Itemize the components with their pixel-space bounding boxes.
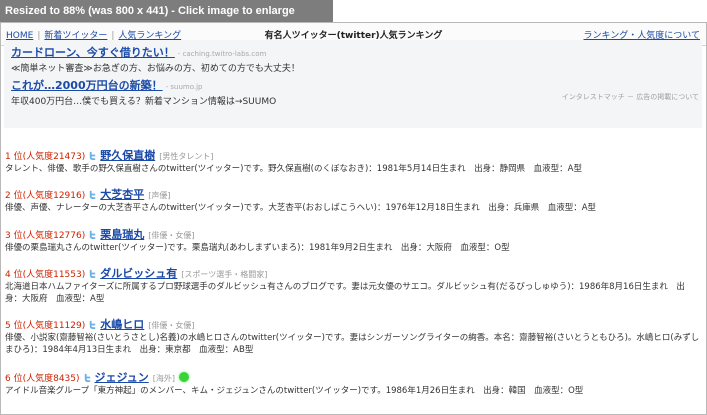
rank-number: 5 位(人気度11129) [5,321,86,331]
ranking-header: 6 位(人気度8435) ジェジュン [海外] [5,371,700,384]
ad-item: これが…2000万円台の新築！ - suumo.jp 年収400万円台…僕でも買え… [11,77,276,107]
ranking-header: 3 位(人気度12776) 栗島瑞丸 [俳優・女優] [5,228,700,241]
ranking-description: 俳優の栗島瑞丸さんのtwitter(ツイッター)です。栗島瑞丸(あわしまずいまろ… [5,243,510,253]
ad-title-link[interactable]: これが…2000万円台の新築！ [11,79,163,92]
rank-number: 6 位(人気度8435) [5,374,80,384]
category-label: [俳優・女優] [148,321,195,330]
ranking-description: タレント、俳優、歌手の野久保直樹さんのtwitter(ツイッター)です。野久保直… [5,164,582,174]
celebrity-name-link[interactable]: 野久保直樹 [100,149,155,162]
ranking-description: アイドル音楽グループ「東方神起」のメンバー、キム・ジェジュンさんのtwitter… [5,386,584,396]
ranking-header: 2 位(人気度12916) 大芝杏平 [声優] [5,188,700,201]
ranking-description: 俳優、声優、ナレーターの大芝杏平さんのtwitter(ツイッター)です。大芝杏平… [5,203,597,213]
ad-source: - suumo.jp [165,83,203,91]
ranking-entry: 6 位(人気度8435) ジェジュン [海外] アイドル音楽グループ「東方神起」のメ… [5,371,700,397]
ranking-header: 1 位(人気度21473) 野久保直樹 [男性タレント] [5,149,700,162]
celebrity-name-link[interactable]: 栗島瑞丸 [100,228,144,241]
twitter-bird-icon [90,230,96,239]
rank-number: 2 位(人気度12916) [5,191,86,201]
ranking-description: 俳優、小説家(齋藤智裕(さいとうさとし)名義)の水嶋ヒロさんのtwitter(ツ… [5,333,700,355]
category-label: [スポーツ選手・格闘家] [181,270,268,279]
twitter-bird-icon [90,320,96,329]
twitter-bird-icon [84,373,90,382]
twitter-bird-icon [90,190,96,199]
rank-number: 4 位(人気度11553) [5,270,86,280]
ranking-entry: 5 位(人気度11129) 水嶋ヒロ [俳優・女優] 俳優、小説家(齋藤智裕(さいと… [5,318,700,356]
rank-number: 1 位(人気度21473) [5,152,86,162]
category-label: [声優] [148,191,171,200]
category-label: [男性タレント] [159,152,214,161]
ranking-header: 5 位(人気度11129) 水嶋ヒロ [俳優・女優] [5,318,700,331]
ad-description: 年収400万円台…僕でも買える？新着マンション情報は→SUUMO [11,97,277,107]
ranking-entry: 1 位(人気度21473) 野久保直樹 [男性タレント] タレント、俳優、歌手の野久… [5,149,700,175]
ranking-description: 北海道日本ハムファイターズに所属するプロ野球選手のダルビッシュ有さんのブログです… [5,282,685,304]
category-label: [俳優・女優] [148,231,195,240]
ad-source: - caching.twitro-labs.com [177,50,267,58]
ranking-entry: 3 位(人気度12776) 栗島瑞丸 [俳優・女優] 俳優の栗島瑞丸さんのtwitt… [5,228,700,254]
rank-number: 3 位(人気度12776) [5,231,86,241]
category-label: [海外] [152,374,175,383]
ad-disclaimer-link[interactable]: インタレストマッチ － 広告の掲載について [562,92,699,102]
ad-section: カードローン、今すぐ借りたい！ - caching.twitro-labs.com… [4,40,702,128]
twitter-bird-icon [90,269,96,278]
celebrity-name-link[interactable]: ジェジュン [95,371,149,384]
ranking-entry: 2 位(人気度12916) 大芝杏平 [声優] 俳優、声優、ナレーターの大芝杏平さん… [5,188,700,214]
twitter-bird-icon [90,151,96,160]
resize-notice-bar[interactable]: Resized to 88% (was 800 x 441) - Click i… [0,0,333,22]
online-status-icon [179,372,189,382]
celebrity-name-link[interactable]: 水嶋ヒロ [100,318,144,331]
ad-title-link[interactable]: カードローン、今すぐ借りたい！ [11,46,175,59]
ranking-header: 4 位(人気度11553) ダルビッシュ有 [スポーツ選手・格闘家] [5,267,700,280]
ad-item: カードローン、今すぐ借りたい！ - caching.twitro-labs.com… [11,44,300,74]
ad-description: ≪簡単ネット審査≫お急ぎの方、お悩みの方、初めての方でも大丈夫！ [11,64,300,74]
celebrity-name-link[interactable]: ダルビッシュ有 [100,267,177,280]
ranking-entry: 4 位(人気度11553) ダルビッシュ有 [スポーツ選手・格闘家] 北海道日本ハム… [5,267,700,305]
celebrity-name-link[interactable]: 大芝杏平 [100,188,144,201]
